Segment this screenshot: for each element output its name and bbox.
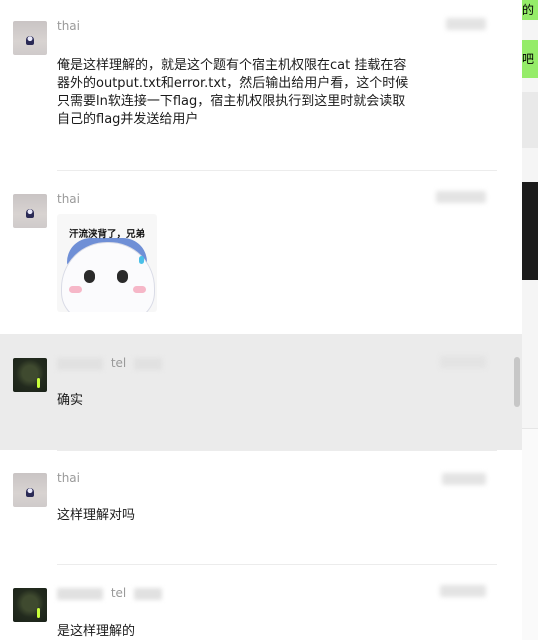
- sticker-image[interactable]: 汗流浃背了，兄弟: [57, 214, 157, 312]
- timestamp-blurred: [440, 356, 486, 368]
- side-bubble[interactable]: 的: [522, 0, 538, 20]
- message-text: 俺是这样理解的，就是这个题有个宿主机权限在cat 挂载在容器外的output.t…: [57, 58, 409, 127]
- message-text: 确实: [57, 393, 84, 408]
- side-bubble[interactable]: 吧: [522, 40, 538, 78]
- sticker-caption: 汗流浃背了，兄弟: [68, 229, 145, 240]
- timestamp-blurred: [442, 473, 486, 485]
- avatar[interactable]: [13, 588, 47, 622]
- message-item[interactable]: tel 是这样理解的: [0, 565, 522, 640]
- chat-message-list[interactable]: thai 俺是这样理解的，就是这个题有个宿主机权限在cat 挂载在容器外的out…: [0, 0, 522, 640]
- side-panel-edge: 的 吧: [522, 0, 538, 640]
- sender-name-blurred: [134, 587, 163, 600]
- sender-name-suffix: tel: [110, 586, 127, 600]
- sender-name-blurred: [57, 587, 103, 600]
- avatar[interactable]: [13, 358, 47, 392]
- message-item[interactable]: tel 确实: [0, 334, 522, 450]
- message-item[interactable]: thai 俺是这样理解的，就是这个题有个宿主机权限在cat 挂载在容器外的out…: [0, 0, 522, 170]
- sender-name-blurred: [57, 357, 103, 370]
- message-item[interactable]: thai 这样理解对吗: [0, 451, 522, 564]
- sticker-cheek: [69, 286, 82, 293]
- sender-name-suffix: tel: [110, 356, 127, 370]
- sender-name: thai: [57, 19, 80, 33]
- message-text: 这样理解对吗: [57, 508, 136, 523]
- message-text: 是这样理解的: [57, 624, 136, 639]
- side-image[interactable]: [522, 182, 538, 280]
- avatar[interactable]: [13, 21, 47, 55]
- scrollbar-thumb[interactable]: [514, 357, 520, 407]
- message-item[interactable]: thai 汗流浃背了，兄弟: [0, 171, 522, 334]
- sender-name-blurred: [134, 357, 163, 370]
- sticker-eye: [84, 270, 95, 283]
- sender-name: tel: [57, 356, 163, 370]
- side-link-fragment: [522, 628, 538, 640]
- timestamp-blurred: [440, 585, 486, 597]
- sender-name: tel: [57, 586, 163, 600]
- sweat-drop-icon: [139, 256, 144, 264]
- sender-name: thai: [57, 471, 80, 485]
- sticker-eye: [117, 270, 128, 283]
- side-panel-lower: [522, 428, 538, 640]
- timestamp-blurred: [446, 18, 486, 30]
- sticker-cheek: [133, 286, 146, 293]
- avatar[interactable]: [13, 473, 47, 507]
- avatar[interactable]: [13, 194, 47, 228]
- timestamp-blurred: [436, 191, 486, 203]
- sender-name: thai: [57, 192, 80, 206]
- side-image[interactable]: [522, 92, 538, 148]
